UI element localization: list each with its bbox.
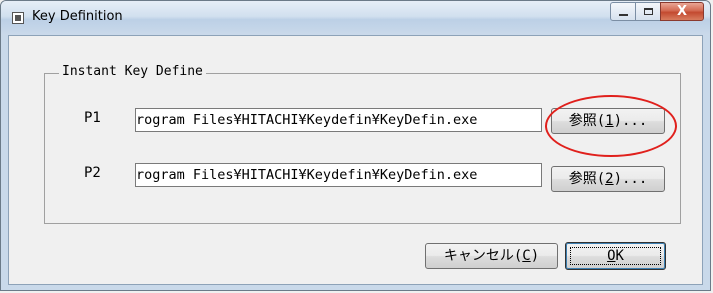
ok-focus-rect xyxy=(570,247,661,265)
browse-p2-button[interactable]: 参照(2)... xyxy=(551,166,665,192)
caption-buttons: X xyxy=(610,2,704,22)
ok-button[interactable]: OK xyxy=(565,242,666,270)
group-legend: Instant Key Define xyxy=(59,64,206,79)
browse-p2-label-prefix: 参照( xyxy=(568,171,606,187)
browse-p2-accesskey: 2 xyxy=(605,171,614,187)
p1-label: P1 xyxy=(84,110,101,126)
red-highlight-ellipse xyxy=(545,95,677,157)
cancel-label-suffix: ) xyxy=(530,248,540,264)
close-icon: X xyxy=(676,4,688,19)
p1-path-input[interactable]: rogram Files¥HITACHI¥Keydefin¥KeyDefin.e… xyxy=(135,108,542,132)
system-menu-icon[interactable] xyxy=(12,12,24,24)
minimize-button[interactable] xyxy=(610,2,636,21)
p2-path-text: rogram Files¥HITACHI¥Keydefin¥KeyDefin.e… xyxy=(136,167,478,183)
browse-p2-label-suffix: )... xyxy=(613,171,648,187)
cancel-label-prefix: キャンセル( xyxy=(443,248,523,264)
cancel-accesskey: C xyxy=(522,248,531,264)
p2-path-input[interactable]: rogram Files¥HITACHI¥Keydefin¥KeyDefin.e… xyxy=(135,163,542,187)
cancel-button[interactable]: キャンセル(C) xyxy=(425,243,558,269)
maximize-button[interactable] xyxy=(635,2,661,21)
title-bar[interactable]: Key Definition X xyxy=(1,1,710,35)
window-title: Key Definition xyxy=(32,9,123,24)
close-button[interactable]: X xyxy=(660,2,704,21)
p2-label: P2 xyxy=(84,165,101,181)
p1-path-text: rogram Files¥HITACHI¥Keydefin¥KeyDefin.e… xyxy=(136,112,478,128)
